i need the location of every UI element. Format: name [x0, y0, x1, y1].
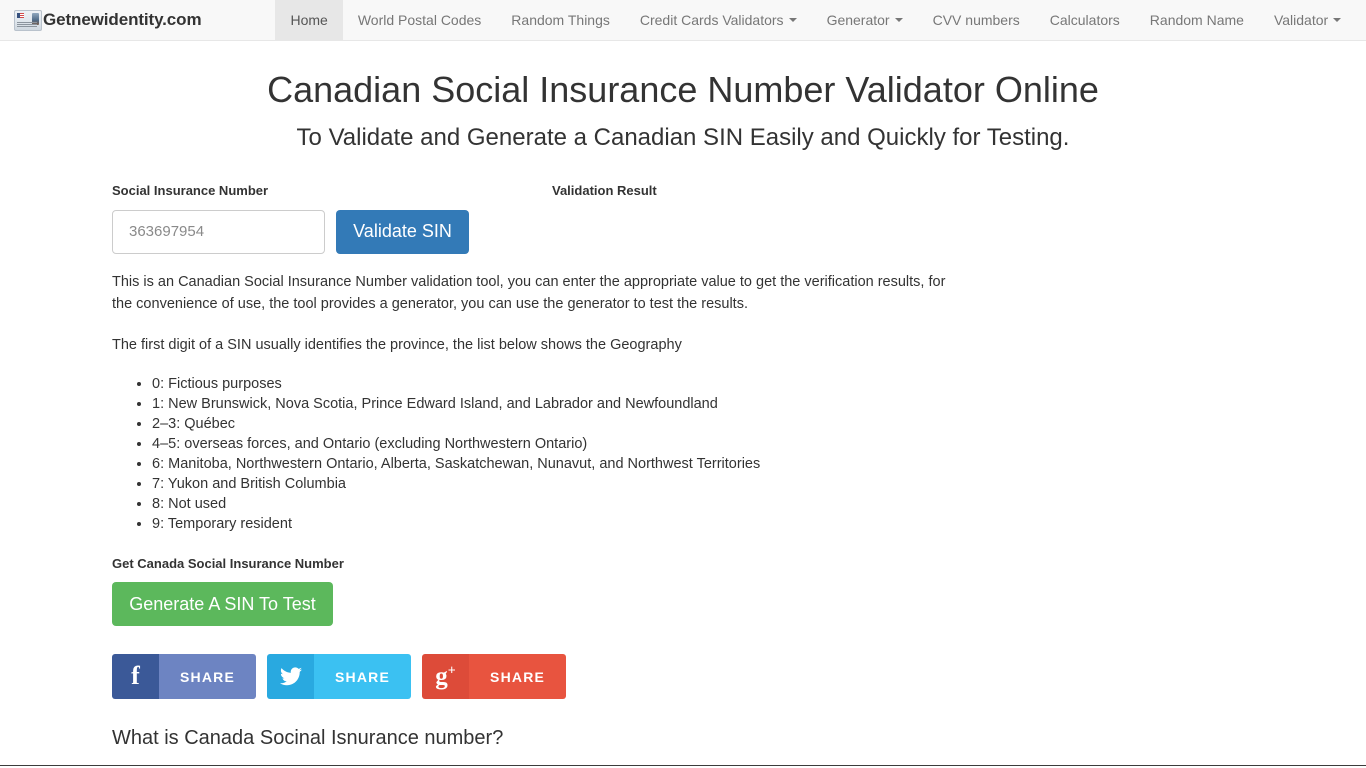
list-item: 1: New Brunswick, Nova Scotia, Prince Ed… [152, 394, 1246, 414]
nav-item-world-postal-codes[interactable]: World Postal Codes [343, 0, 496, 40]
chevron-down-icon [1333, 18, 1342, 22]
facebook-icon: f [112, 654, 159, 700]
twitter-icon [267, 654, 315, 700]
chevron-down-icon [894, 18, 903, 22]
list-item: 4–5: overseas forces, and Ontario (exclu… [152, 434, 1246, 454]
geography-list: 0: Fictious purposes 1: New Brunswick, N… [112, 374, 1246, 534]
google-plus-share-label: SHARE [469, 654, 567, 700]
google-plus-icon: g+ [422, 654, 470, 700]
page-subtitle: To Validate and Generate a Canadian SIN … [296, 123, 1070, 151]
list-item: 9: Temporary resident [152, 514, 1246, 534]
about-heading: What is Canada Socinal Isnurance number? [112, 727, 504, 750]
nav-item-label: CVV numbers [932, 12, 1020, 28]
list-item: 7: Yukon and British Columbia [152, 474, 1246, 494]
list-item: 2–3: Québec [152, 414, 1246, 434]
nav-item-label: World Postal Codes [357, 12, 482, 28]
page-title: Canadian Social Insurance Number Validat… [267, 69, 1099, 110]
facebook-share-label: SHARE [159, 654, 257, 700]
generator-label: Get Canada Social Insurance Number [112, 556, 344, 572]
nav-item-calculators[interactable]: Calculators [1035, 0, 1135, 40]
nav-item-label: Credit Cards Validators [639, 12, 784, 28]
nav-item-label: Calculators [1049, 12, 1120, 28]
intro-paragraph-2: The first digit of a SIN usually identif… [112, 336, 682, 353]
list-item: 0: Fictious purposes [152, 374, 1246, 394]
nav-item-label: Home [290, 12, 328, 28]
list-item: 6: Manitoba, Northwestern Ontario, Alber… [152, 454, 1246, 474]
validation-result-value [552, 217, 872, 237]
twitter-share-button[interactable]: SHARE [267, 654, 412, 700]
validator-form: Social Insurance Number Validation Resul… [0, 183, 1366, 271]
intro-paragraph-1: This is an Canadian Social Insurance Num… [112, 273, 946, 313]
nav-item-validator[interactable]: Validator [1259, 0, 1356, 40]
page-container: Canadian Social Insurance Number Validat… [0, 70, 1366, 768]
brand-name: Getnewidentity.com [43, 10, 202, 29]
nav-menu: Home World Postal Codes Random Things Cr… [275, 0, 1356, 40]
id-card-icon [14, 9, 42, 31]
validate-sin-button[interactable]: Validate SIN [336, 209, 469, 254]
nav-item-generator[interactable]: Generator [812, 0, 918, 40]
generate-sin-button[interactable]: Generate A SIN To Test [112, 582, 333, 627]
nav-item-home[interactable]: Home [275, 0, 343, 40]
share-buttons: f SHARE SHARE g+ SHARE [0, 654, 1366, 700]
top-navbar: Getnewidentity.com Home World Postal Cod… [0, 0, 1366, 41]
facebook-share-button[interactable]: f SHARE [112, 654, 257, 700]
chevron-down-icon [788, 18, 797, 22]
google-plus-share-button[interactable]: g+ SHARE [422, 654, 567, 700]
nav-item-random-things[interactable]: Random Things [496, 0, 625, 40]
brand-logo-link[interactable]: Getnewidentity.com [0, 0, 213, 40]
nav-item-random-name[interactable]: Random Name [1135, 0, 1259, 40]
validation-result-label: Validation Result [552, 182, 657, 198]
sin-input-label: Social Insurance Number [112, 182, 269, 198]
footer-divider [0, 765, 1366, 766]
list-item: 8: Not used [152, 494, 1246, 514]
twitter-share-label: SHARE [314, 654, 412, 700]
sin-input[interactable] [112, 209, 325, 254]
nav-item-cvv-numbers[interactable]: CVV numbers [918, 0, 1035, 40]
nav-item-credit-cards-validators[interactable]: Credit Cards Validators [625, 0, 812, 40]
nav-item-label: Random Name [1149, 12, 1244, 28]
nav-item-label: Validator [1273, 12, 1329, 28]
nav-item-label: Generator [826, 12, 890, 28]
nav-item-label: Random Things [511, 12, 610, 28]
intro-copy: This is an Canadian Social Insurance Num… [0, 271, 1366, 534]
